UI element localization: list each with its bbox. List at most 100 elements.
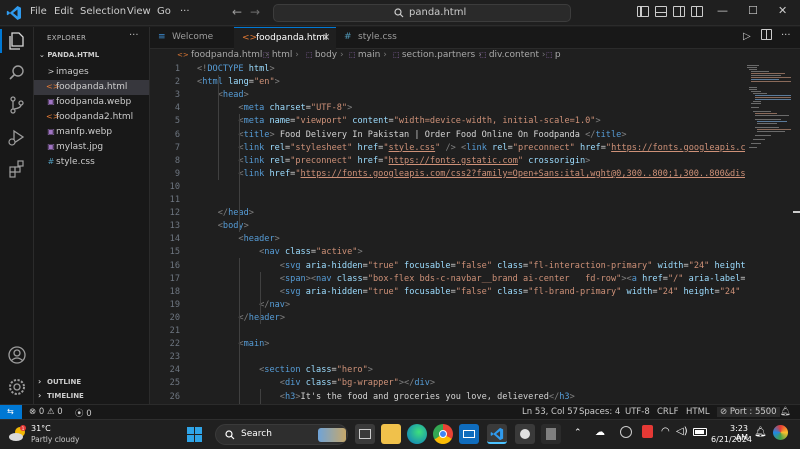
- breadcrumb-item[interactable]: ⬚ main ›: [349, 50, 387, 60]
- code-line[interactable]: <main>: [197, 339, 269, 349]
- code-line[interactable]: <svg aria-hidden="true" focusable="false…: [197, 261, 745, 271]
- menu-file[interactable]: File: [30, 6, 47, 17]
- code-line[interactable]: <meta charset="UTF-8">: [197, 103, 352, 113]
- code-line[interactable]: <!DOCTYPE html>: [197, 64, 275, 74]
- code-line[interactable]: <h3>It's the food and groceries you love…: [197, 392, 575, 402]
- clock-date[interactable]: 6/21/2024: [711, 435, 752, 444]
- menu-view[interactable]: View: [127, 6, 151, 17]
- code-line[interactable]: <nav class="active">: [197, 247, 363, 257]
- code-line[interactable]: <section class="hero">: [197, 365, 373, 375]
- taskbar-search[interactable]: Search: [215, 424, 348, 445]
- split-editor-icon[interactable]: [761, 29, 772, 40]
- forward-arrow-icon[interactable]: →: [250, 5, 260, 19]
- file-item-mylast-jpg[interactable]: ▣ mylast.jpg: [34, 140, 149, 155]
- task-view-icon[interactable]: [355, 424, 375, 444]
- outline-section[interactable]: › OUTLINE: [34, 375, 149, 389]
- mail-icon[interactable]: [459, 424, 479, 444]
- code-editor[interactable]: 1 <!DOCTYPE html> 2 <html lang="en"> 3 <head…: [150, 63, 745, 404]
- code-line[interactable]: <svg aria-hidden="true" focusable="false…: [197, 287, 745, 297]
- end-of-line[interactable]: CRLF: [657, 407, 678, 417]
- battery-icon[interactable]: [693, 428, 707, 436]
- code-line[interactable]: <meta name="viewport" content="width=dev…: [197, 116, 600, 126]
- menu-more[interactable]: ···: [180, 6, 190, 17]
- breadcrumb-item[interactable]: ⬚ html ›: [263, 50, 299, 60]
- problems-indicator[interactable]: ⊗ 0 ⚠ 0: [29, 407, 63, 417]
- wifi-icon[interactable]: ◠: [661, 426, 670, 437]
- encoding[interactable]: UTF-8: [625, 407, 650, 417]
- settings-gear-icon[interactable]: [7, 377, 27, 397]
- language-mode[interactable]: HTML: [686, 407, 710, 417]
- vscode-taskbar-icon[interactable]: [487, 424, 507, 444]
- close-tab-icon[interactable]: ×: [322, 32, 330, 43]
- file-item-foodpanda-webp[interactable]: ▣ foodpanda.webp: [34, 95, 149, 110]
- code-line[interactable]: <html lang="en">: [197, 77, 280, 87]
- code-line[interactable]: <body>: [197, 221, 249, 231]
- notification-bell-icon[interactable]: 🔔︎: [754, 427, 767, 438]
- file-item-foodpanda2-html[interactable]: <> foodpanda2.html: [34, 110, 149, 125]
- run-icon[interactable]: ▷: [743, 31, 751, 42]
- edge-icon[interactable]: [407, 424, 427, 444]
- chevron-up-icon[interactable]: ⌃: [574, 428, 582, 438]
- minimize-button[interactable]: —: [717, 4, 728, 17]
- tray-app-icon[interactable]: [642, 425, 653, 438]
- chrome-icon[interactable]: [433, 424, 453, 444]
- cloud-icon[interactable]: ☁: [595, 427, 605, 438]
- toggle-sidebar-icon[interactable]: [637, 6, 649, 17]
- code-line[interactable]: <link rel="preconnect" href="https://fon…: [197, 156, 590, 166]
- notifications-bell-icon[interactable]: 🔔︎: [780, 407, 791, 417]
- toggle-secondary-sidebar-icon[interactable]: [673, 6, 685, 17]
- copilot-icon[interactable]: [773, 425, 788, 440]
- toggle-panel-icon[interactable]: [655, 6, 667, 17]
- minimap[interactable]: [745, 63, 793, 153]
- live-server-port[interactable]: ⊘ Port : 5500: [717, 407, 780, 417]
- breadcrumb-item[interactable]: ⬚ div.content ›: [480, 50, 545, 60]
- file-item-manfp-webp[interactable]: ▣ manfp.webp: [34, 125, 149, 140]
- taskbar-app2-icon[interactable]: [541, 424, 561, 444]
- explorer-icon[interactable]: [7, 31, 27, 51]
- code-line[interactable]: </head>: [197, 208, 254, 218]
- code-line[interactable]: <span><nav class="box-flex bds-c-navbar_…: [197, 274, 745, 284]
- code-line[interactable]: <link rel="stylesheet" href="style.css" …: [197, 143, 745, 153]
- code-line[interactable]: <div class="bg-wrapper"></div>: [197, 378, 435, 388]
- file-item-style-css[interactable]: # style.css: [34, 155, 149, 170]
- close-button[interactable]: ✕: [778, 4, 787, 17]
- command-center-search[interactable]: panda.html: [273, 4, 571, 22]
- weather-temperature[interactable]: 31°C: [31, 424, 51, 433]
- code-line[interactable]: </header>: [197, 313, 285, 323]
- app-tray-icon[interactable]: [620, 426, 632, 438]
- back-arrow-icon[interactable]: ←: [232, 5, 242, 19]
- file-item-images[interactable]: > images: [34, 65, 149, 80]
- taskbar-app-icon[interactable]: [515, 424, 535, 444]
- menu-selection[interactable]: Selection: [80, 6, 126, 17]
- windows-start-icon[interactable]: [187, 427, 202, 442]
- menu-go[interactable]: Go: [157, 6, 171, 17]
- source-control-icon[interactable]: [7, 95, 27, 115]
- run-debug-icon[interactable]: [7, 127, 27, 147]
- breadcrumb-item[interactable]: <> foodpanda.html ›: [177, 50, 269, 60]
- maximize-button[interactable]: ☐: [748, 4, 758, 17]
- explorer-more-button[interactable]: ···: [129, 30, 139, 41]
- tab-welcome[interactable]: ≡ Welcome: [150, 27, 234, 49]
- cursor-position[interactable]: Ln 53, Col 57: [522, 407, 578, 417]
- tab-style-css[interactable]: # style.css: [336, 27, 416, 49]
- code-line[interactable]: <title> Food Delivery In Pakistan | Orde…: [197, 130, 626, 140]
- account-icon[interactable]: [7, 345, 27, 365]
- breadcrumb-item[interactable]: ⬚ body ›: [306, 50, 344, 60]
- breadcrumb-item[interactable]: ⬚ section.partners ›: [393, 50, 482, 60]
- extensions-icon[interactable]: [7, 159, 27, 179]
- editor-more-icon[interactable]: ···: [781, 30, 791, 41]
- timeline-section[interactable]: › TIMELINE: [34, 389, 149, 403]
- editor-scrollbar[interactable]: [793, 63, 800, 404]
- code-line[interactable]: <header>: [197, 234, 279, 244]
- speaker-icon[interactable]: ◁): [676, 426, 688, 437]
- indentation[interactable]: Spaces: 4: [579, 407, 620, 417]
- search-icon[interactable]: [7, 63, 27, 83]
- code-line[interactable]: </nav>: [197, 300, 290, 310]
- remote-indicator[interactable]: ⇆: [0, 405, 22, 420]
- ports-indicator[interactable]: ⦿ 0: [75, 407, 92, 419]
- menu-edit[interactable]: Edit: [54, 6, 73, 17]
- code-line[interactable]: <head>: [197, 90, 249, 100]
- tab-foodpanda-html[interactable]: <> foodpanda.html ×: [234, 27, 336, 49]
- weather-condition[interactable]: Partly cloudy: [31, 435, 79, 444]
- project-folder[interactable]: ⌄ PANDA.HTML: [39, 51, 99, 59]
